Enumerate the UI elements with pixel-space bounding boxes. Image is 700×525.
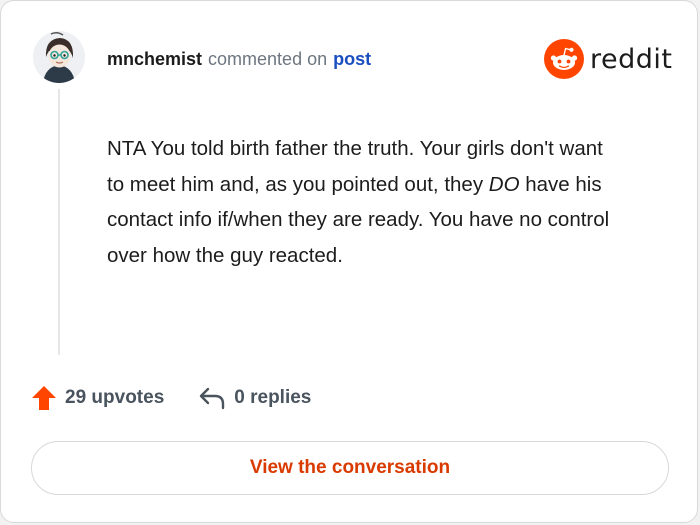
replies-count: 0 replies	[234, 387, 312, 408]
reddit-logo[interactable]: reddit	[544, 39, 672, 79]
thread-line	[58, 89, 60, 355]
comment-actions: 29 upvotes 0 replies	[31, 381, 311, 415]
reply-arrow-icon	[200, 387, 225, 410]
upvote-button[interactable]: 29 upvotes	[31, 385, 164, 411]
replies-button[interactable]: 0 replies	[198, 385, 311, 411]
avatar[interactable]	[33, 31, 85, 83]
username[interactable]: mnchemist	[107, 49, 202, 70]
view-conversation-button[interactable]: View the conversation	[31, 441, 669, 495]
post-link[interactable]: post	[333, 49, 371, 70]
comment-header: mnchemist commented on post	[107, 46, 371, 72]
comment-embed-card: mnchemist commented on post reddit NTA Y…	[0, 0, 698, 523]
reddit-wordmark: reddit	[590, 43, 673, 75]
avatar-illustration	[33, 31, 85, 83]
reddit-snoo-icon	[544, 39, 584, 79]
view-conversation-label: View the conversation	[249, 457, 451, 478]
upvote-arrow-icon	[32, 386, 56, 410]
comment-body-emphasis: DO	[488, 172, 520, 196]
upvote-count: 29 upvotes	[65, 387, 165, 408]
comment-body: NTA You told birth father the truth. You…	[107, 131, 617, 273]
commented-on-text: commented on	[208, 48, 328, 69]
